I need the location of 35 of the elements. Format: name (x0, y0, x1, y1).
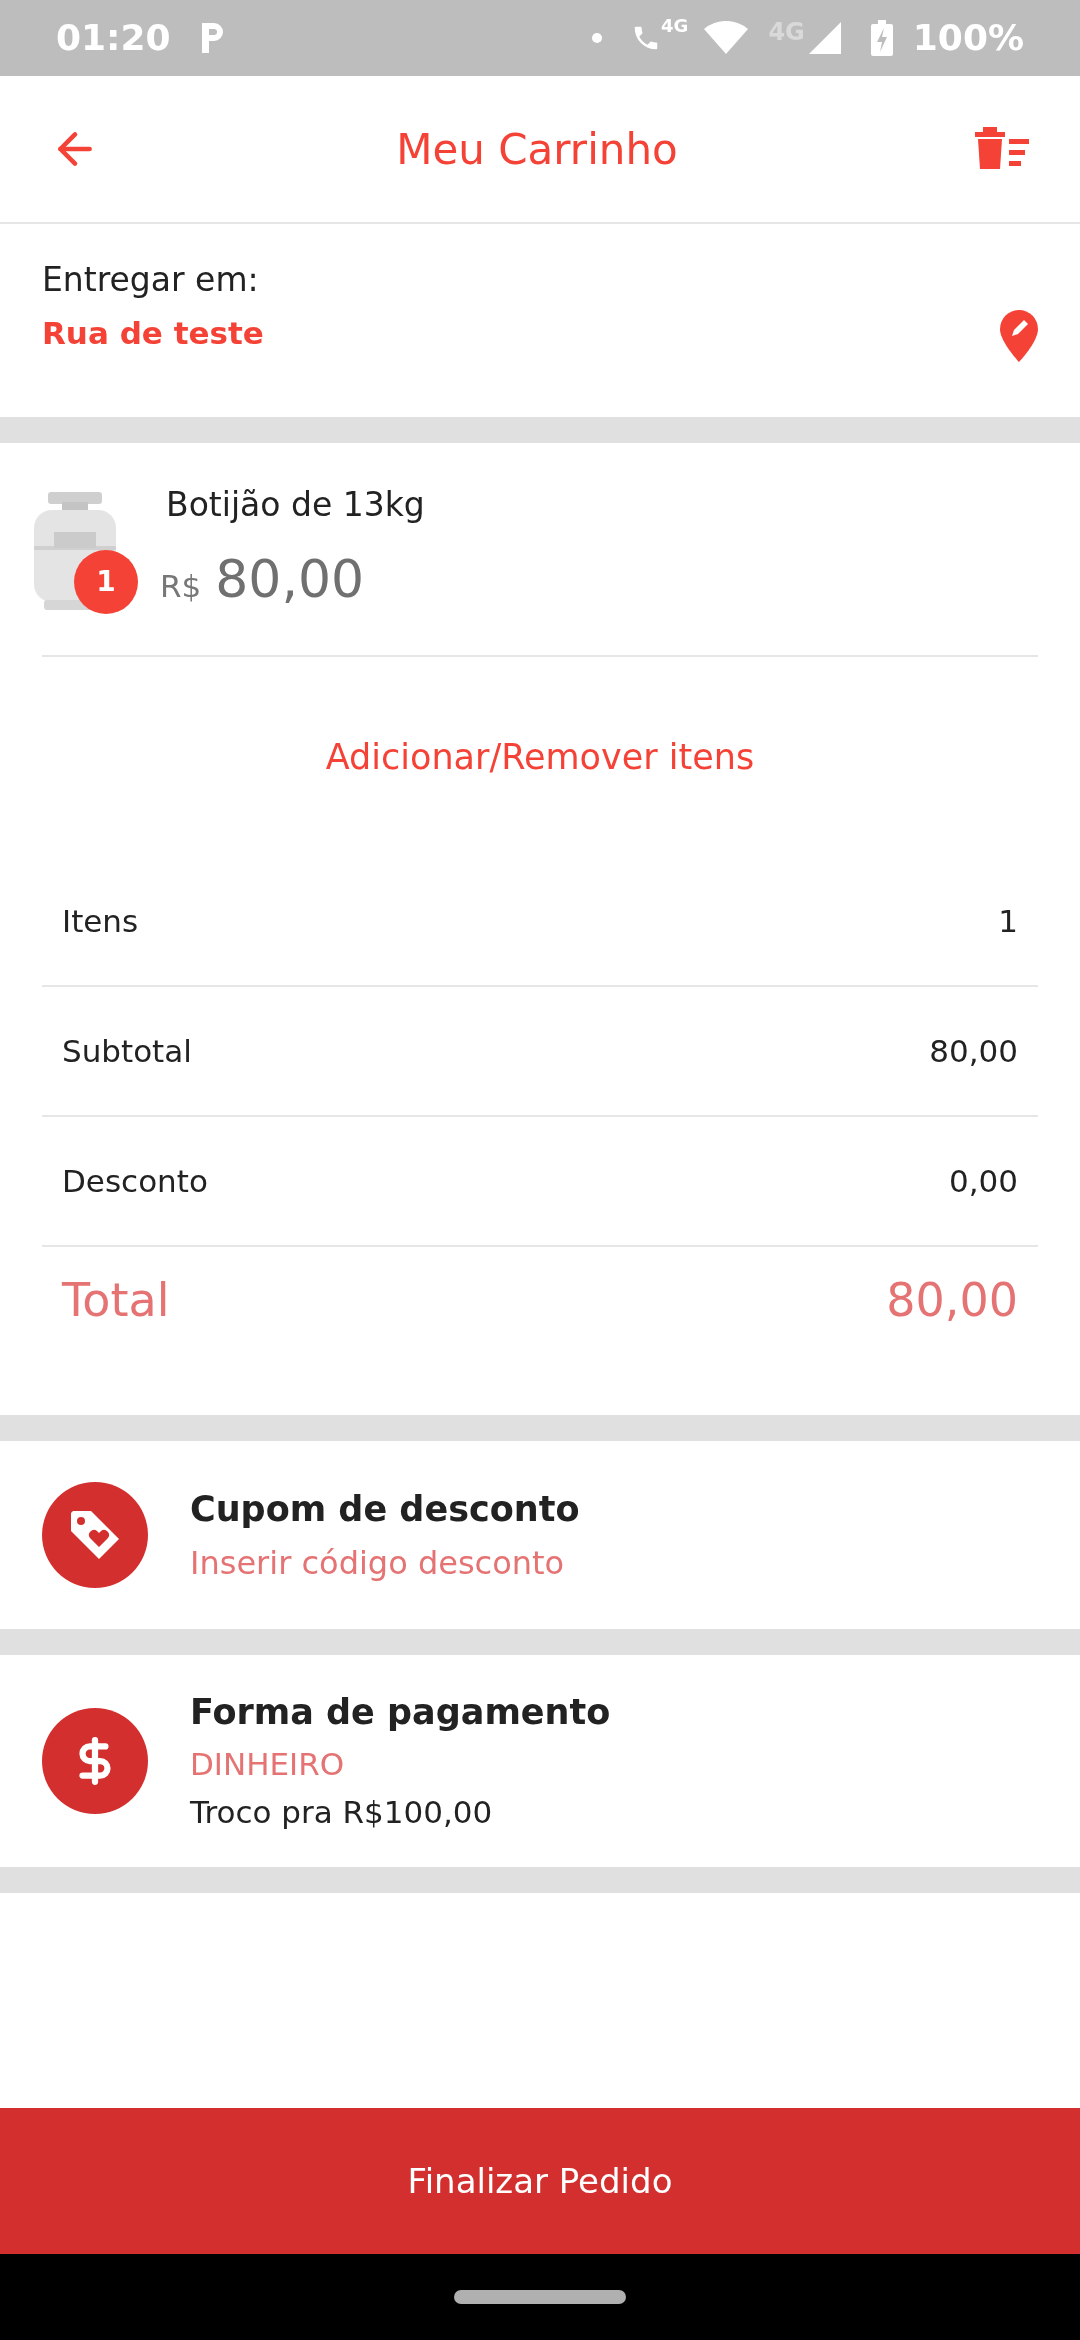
add-remove-items-link[interactable]: Adicionar/Remover itens (325, 730, 755, 784)
total-value: 80,00 (886, 1271, 1018, 1329)
summary-label: Itens (62, 901, 139, 941)
summary-label: Subtotal (62, 1031, 192, 1071)
product-name: Botijão de 13kg (166, 484, 425, 527)
payment-row[interactable]: Forma de pagamento DINHEIRO Troco pra R$100,00 (0, 1655, 1080, 1867)
home-handle[interactable] (454, 2290, 626, 2304)
summary-label: Desconto (62, 1161, 208, 1201)
signal-icon (808, 22, 841, 54)
page-title: Meu Carrinho (395, 123, 679, 176)
summary-value: 1 (998, 901, 1018, 941)
status-time: 01:20 (56, 16, 171, 60)
coupon-subtitle: Inserir código desconto (190, 1543, 566, 1585)
payment-method: DINHEIRO (190, 1744, 346, 1784)
trash-list-icon (975, 127, 1029, 171)
quantity-badge: 1 (74, 550, 138, 614)
payment-title: Forma de pagamento (190, 1691, 611, 1735)
network-label: 4G (661, 14, 689, 38)
change-amount: Troco pra R$100,00 (190, 1793, 494, 1833)
dot-icon (591, 32, 604, 44)
map-pin-edit-icon (1000, 309, 1038, 362)
summary-value: 0,00 (948, 1161, 1018, 1201)
coupon-row[interactable]: Cupom de desconto Inserir código desconto (0, 1441, 1080, 1629)
coupon-title: Cupom de desconto (190, 1487, 580, 1531)
product-price: 80,00 (215, 547, 365, 611)
wifi-icon (704, 21, 749, 55)
summary-value: 80,00 (929, 1031, 1018, 1071)
total-label: Total (62, 1271, 170, 1329)
delivery-address: Rua de teste (42, 314, 265, 353)
edit-address-button[interactable] (1000, 309, 1038, 362)
battery-percent: 100% (912, 16, 1024, 60)
currency-symbol: R$ (160, 566, 202, 606)
checkout-button[interactable]: Finalizar Pedido (0, 2108, 1080, 2254)
delivery-label: Entregar em: (42, 258, 260, 301)
battery-icon (870, 20, 893, 56)
